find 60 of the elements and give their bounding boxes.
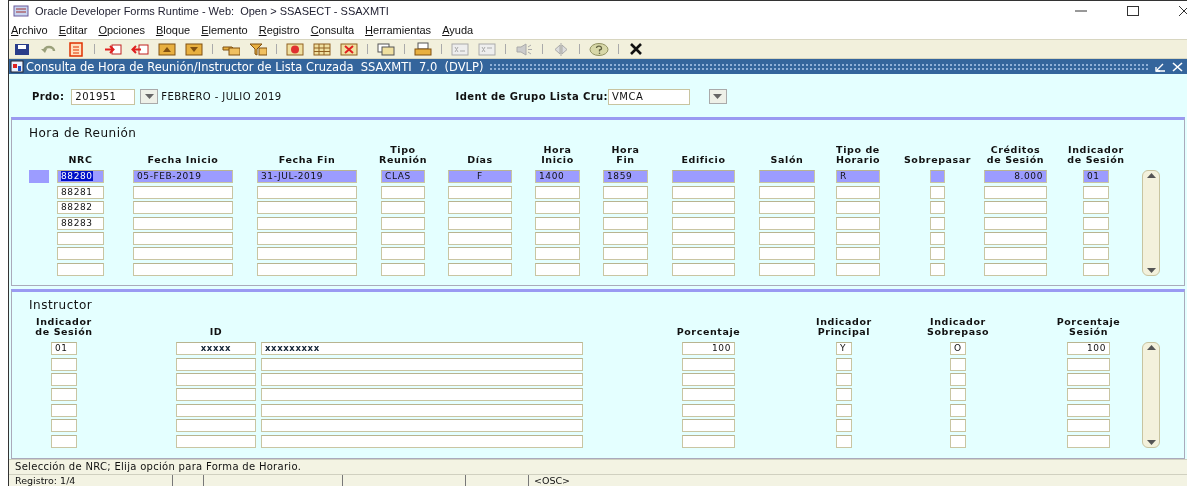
- window-title: Oracle Developer Forms Runtime - Web: Open > SSASECT - SSAXMTI: [35, 4, 389, 17]
- column-header: Fecha Inicio: [147, 155, 219, 166]
- table-cell[interactable]: 01: [51, 342, 77, 356]
- menu-item[interactable]: Bloque: [155, 23, 191, 36]
- table-cell[interactable]: O: [950, 342, 966, 356]
- column-header: Créditos de Sesión: [986, 145, 1045, 166]
- input-field[interactable]: VMCA: [607, 88, 690, 105]
- menu-item[interactable]: Opciones: [98, 23, 145, 36]
- table-cell[interactable]: Y: [836, 342, 852, 356]
- menu-item[interactable]: Elemento: [201, 23, 248, 36]
- field-label: Ident de Grupo Lista Cru:: [455, 91, 608, 103]
- table-cell[interactable]: 88280: [57, 170, 104, 184]
- table-cell[interactable]: xxxxxxxxx: [261, 342, 583, 356]
- table-cell[interactable]: R: [836, 170, 880, 184]
- column-header: Porcentaje Sesión: [1056, 317, 1121, 338]
- field-label: Prdo:: [32, 91, 65, 103]
- table-cell[interactable]: xxxxx: [176, 342, 256, 356]
- table-cell[interactable]: 1400: [535, 170, 580, 184]
- table-cell[interactable]: 100: [1067, 342, 1110, 356]
- table-cell[interactable]: 8.000: [984, 170, 1047, 184]
- section-title: Hora de Reunión: [28, 126, 138, 141]
- column-header: Tipo de Horario: [835, 145, 881, 166]
- menu-item[interactable]: Ayuda: [442, 23, 474, 36]
- input-field[interactable]: 201951: [71, 88, 136, 105]
- status-message: Selección de NRC; Elija opción para Forma de Horario.: [9, 459, 1187, 474]
- column-header: NRC: [68, 155, 93, 166]
- table-cell[interactable]: CLAS: [381, 170, 425, 184]
- column-header: Indicador Principal: [816, 317, 872, 338]
- column-header: Salón: [770, 155, 804, 166]
- section-title: Instructor: [28, 298, 94, 313]
- table-cell[interactable]: 05-FEB-2019: [133, 170, 233, 184]
- column-header: Tipo Reunión: [379, 145, 427, 166]
- column-header: Días: [467, 155, 493, 166]
- mode-indicator: <OSC>: [533, 475, 571, 486]
- menu-item[interactable]: Editar: [58, 23, 88, 36]
- column-header: Edificio: [681, 155, 726, 166]
- table-cell[interactable]: 31-JUL-2019: [257, 170, 357, 184]
- table-cell[interactable]: 01: [1083, 170, 1109, 184]
- menu-item[interactable]: Herramientas: [365, 23, 432, 36]
- table-cell[interactable]: 88281: [57, 185, 104, 199]
- column-header: Sobrepasar: [903, 155, 972, 166]
- table-cell[interactable]: 88282: [57, 201, 104, 215]
- table-cell[interactable]: F: [448, 170, 512, 184]
- period-description: FEBRERO - JULIO 2019: [161, 91, 282, 103]
- column-header: Porcentaje: [676, 327, 741, 338]
- column-header: Indicador Sobrepaso: [926, 317, 990, 338]
- menu-item[interactable]: Registro: [258, 23, 300, 36]
- column-header: ID: [209, 327, 223, 338]
- column-header: Indicador de Sesión: [35, 317, 93, 338]
- menu-item[interactable]: Consulta: [310, 23, 355, 36]
- table-cell[interactable]: 100: [682, 342, 735, 356]
- column-header: Hora Fin: [611, 145, 640, 166]
- form-title: Consulta de Hora de Reunión/Instructor de Lista Cruzada SSAXMTI 7.0 (DVLP): [26, 59, 485, 74]
- menu-item[interactable]: Archivo: [11, 23, 48, 36]
- column-header: Fecha Fin: [278, 155, 336, 166]
- record-count: Registro: 1/4: [9, 475, 173, 486]
- table-cell[interactable]: 88283: [57, 216, 104, 230]
- column-header: Hora Inicio: [541, 145, 574, 166]
- column-header: Indicador de Sesión: [1067, 145, 1125, 166]
- table-cell[interactable]: 1859: [603, 170, 648, 184]
